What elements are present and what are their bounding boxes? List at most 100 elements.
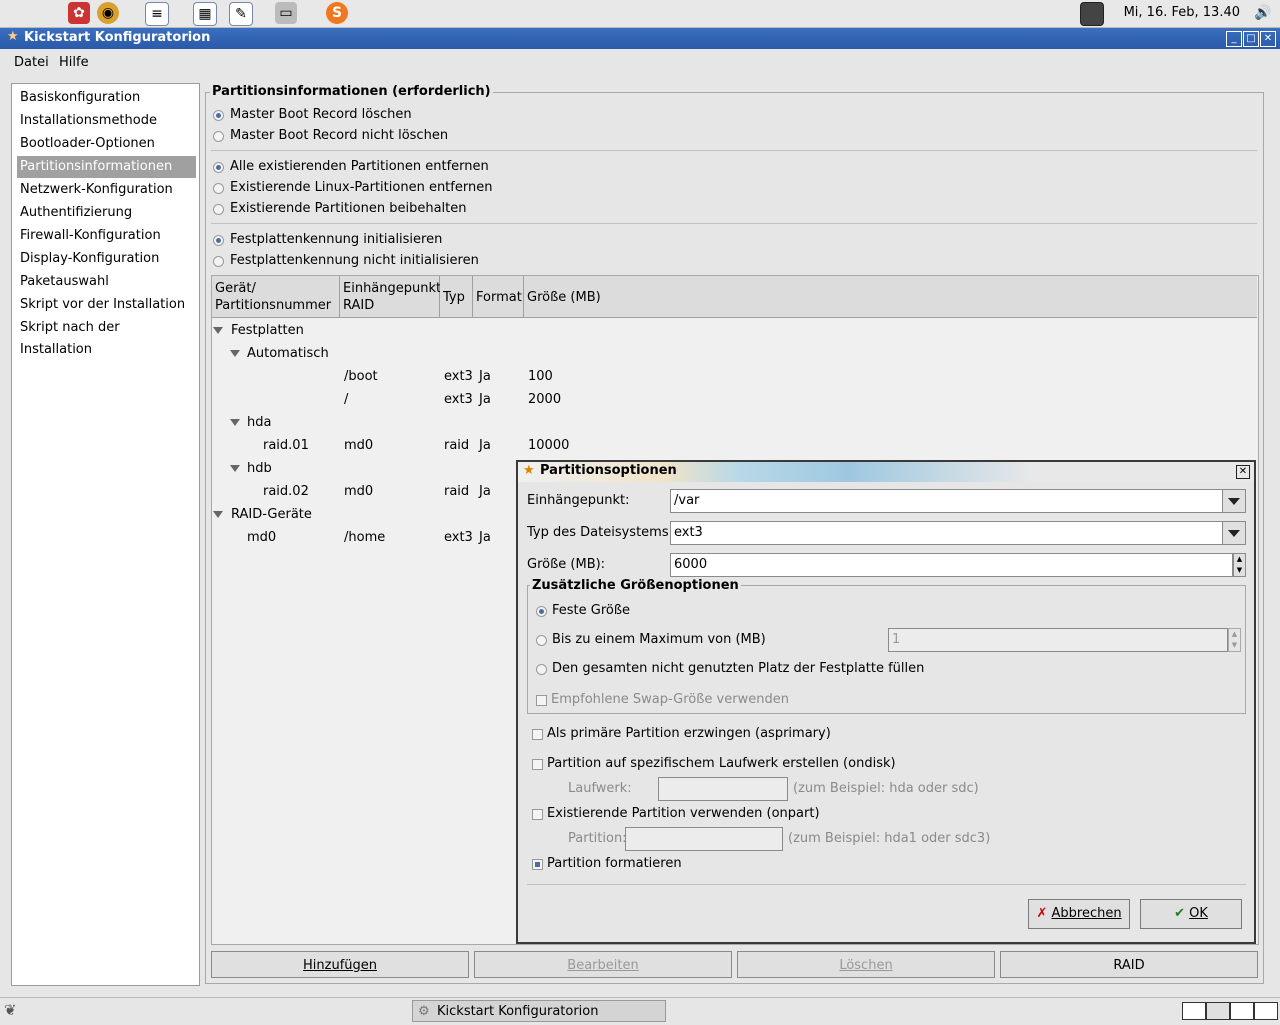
ok-button[interactable]: ✔ OK bbox=[1140, 899, 1242, 929]
edit-button[interactable]: Bearbeiten bbox=[474, 951, 732, 978]
tree-hdb[interactable]: hdb bbox=[247, 461, 272, 476]
label-fill-disk[interactable]: Den gesamten nicht genutzten Platz der F… bbox=[552, 661, 924, 676]
row-boot-size[interactable]: 100 bbox=[528, 369, 553, 384]
workspace-1[interactable] bbox=[1182, 1002, 1206, 1020]
gnome-foot-icon[interactable]: ✿ bbox=[68, 2, 90, 24]
radio-init-label[interactable] bbox=[213, 235, 224, 246]
label-keep-all[interactable]: Existierende Partitionen beibehalten bbox=[230, 201, 467, 216]
row-root-format[interactable]: Ja bbox=[479, 392, 491, 407]
label-max-size[interactable]: Bis zu einem Maximum von (MB) bbox=[552, 632, 766, 647]
col-size[interactable]: Größe (MB) bbox=[524, 276, 1257, 318]
partition-input[interactable] bbox=[625, 827, 783, 851]
col-format[interactable]: Format bbox=[473, 276, 524, 318]
label-noinit-label[interactable]: Festplattenkennung nicht initialisieren bbox=[230, 253, 479, 268]
row-raid01-format[interactable]: Ja bbox=[479, 438, 491, 453]
presentation-icon[interactable]: ✎ bbox=[229, 2, 253, 26]
sidebar-item-network[interactable]: Netzwerk-Konfiguration bbox=[19, 179, 188, 201]
menu-hilfe[interactable]: Hilfe bbox=[59, 55, 89, 70]
row-raid02-device[interactable]: raid.02 bbox=[263, 484, 309, 499]
col-mount[interactable]: Einhängepunkt/ RAID bbox=[340, 276, 446, 318]
workspace-4[interactable] bbox=[1254, 1002, 1278, 1020]
workspace-3[interactable] bbox=[1230, 1002, 1254, 1020]
mount-dropdown-button[interactable] bbox=[1222, 489, 1246, 513]
row-md0-type[interactable]: ext3 bbox=[444, 530, 473, 545]
max-size-spinner[interactable]: ▲ ▼ bbox=[1228, 628, 1241, 652]
sidebar-item-postscript[interactable]: Skript nach der Installation bbox=[19, 317, 188, 357]
row-root-type[interactable]: ext3 bbox=[444, 392, 473, 407]
checkbox-ondisk[interactable] bbox=[532, 759, 543, 770]
radio-mbr-keep[interactable] bbox=[213, 131, 224, 142]
tree-raid-devices[interactable]: RAID-Geräte bbox=[231, 507, 312, 522]
row-raid01-size[interactable]: 10000 bbox=[528, 438, 569, 453]
row-md0-mount[interactable]: /home bbox=[344, 530, 385, 545]
label-format[interactable]: Partition formatieren bbox=[547, 856, 682, 871]
add-button[interactable]: Hinzufügen bbox=[211, 951, 469, 978]
expander-icon[interactable] bbox=[230, 465, 240, 472]
size-spinner[interactable]: ▲ ▼ bbox=[1233, 553, 1246, 577]
col-type[interactable]: Typ bbox=[440, 276, 473, 318]
checkbox-swap[interactable] bbox=[536, 695, 547, 706]
cancel-button[interactable]: ✗ Abbrechen bbox=[1028, 899, 1130, 929]
sidebar-item-prescript[interactable]: Skript vor der Installation bbox=[19, 294, 188, 316]
checkbox-asprimary[interactable] bbox=[532, 729, 543, 740]
delete-button[interactable]: Löschen bbox=[737, 951, 995, 978]
radio-keep-all[interactable] bbox=[213, 204, 224, 215]
sidebar-item-firewall[interactable]: Firewall-Konfiguration bbox=[19, 225, 188, 247]
tree-automatisch[interactable]: Automatisch bbox=[247, 346, 329, 361]
row-root-size[interactable]: 2000 bbox=[528, 392, 561, 407]
label-fixed-size[interactable]: Feste Größe bbox=[552, 603, 630, 618]
row-raid01-type[interactable]: raid bbox=[444, 438, 469, 453]
fstype-dropdown-button[interactable] bbox=[1222, 521, 1246, 545]
raid-button[interactable]: RAID bbox=[1000, 951, 1258, 978]
compass-icon[interactable]: ◉ bbox=[97, 2, 119, 24]
row-boot-type[interactable]: ext3 bbox=[444, 369, 473, 384]
document-icon[interactable]: ≡ bbox=[145, 2, 169, 26]
radio-mbr-clear[interactable] bbox=[213, 110, 224, 121]
workspace-2[interactable] bbox=[1206, 1002, 1230, 1020]
checkbox-format[interactable] bbox=[532, 859, 543, 870]
dialog-titlebar[interactable]: ★ Partitionsoptionen ✕ bbox=[518, 462, 1254, 482]
row-raid02-type[interactable]: raid bbox=[444, 484, 469, 499]
label-init-label[interactable]: Festplattenkennung initialisieren bbox=[230, 232, 442, 247]
radio-remove-linux[interactable] bbox=[213, 183, 224, 194]
col-device[interactable]: Gerät/ Partitionsnummer bbox=[212, 276, 340, 318]
row-raid01-mount[interactable]: md0 bbox=[344, 438, 373, 453]
label-mbr-clear[interactable]: Master Boot Record löschen bbox=[230, 107, 412, 122]
row-raid02-format[interactable]: Ja bbox=[479, 484, 491, 499]
row-raid02-mount[interactable]: md0 bbox=[344, 484, 373, 499]
mount-combo[interactable]: /var bbox=[670, 489, 1224, 513]
sidebar-item-packages[interactable]: Paketauswahl bbox=[19, 271, 188, 293]
row-boot-format[interactable]: Ja bbox=[479, 369, 491, 384]
label-ondisk[interactable]: Partition auf spezifischem Laufwerk erst… bbox=[547, 756, 896, 771]
dialog-close-icon[interactable]: ✕ bbox=[1236, 465, 1250, 479]
gnome-foot-icon[interactable]: ❦ bbox=[4, 1001, 17, 1019]
radio-remove-all[interactable] bbox=[213, 162, 224, 173]
sidebar-item-bootloader[interactable]: Bootloader-Optionen bbox=[19, 133, 188, 155]
max-size-input[interactable]: 1 bbox=[888, 628, 1228, 652]
row-boot-mount[interactable]: /boot bbox=[344, 369, 378, 384]
sidebar-item-display[interactable]: Display-Konfiguration bbox=[19, 248, 188, 270]
row-md0-device[interactable]: md0 bbox=[247, 530, 276, 545]
expander-icon[interactable] bbox=[213, 327, 223, 334]
radio-max-size[interactable] bbox=[536, 635, 547, 646]
radio-fixed-size[interactable] bbox=[536, 606, 547, 617]
printer-icon[interactable]: ▭ bbox=[275, 2, 297, 24]
label-remove-linux[interactable]: Existierende Linux-Partitionen entfernen bbox=[230, 180, 492, 195]
skype-icon[interactable]: S bbox=[326, 2, 348, 24]
size-input[interactable]: 6000 bbox=[670, 553, 1233, 577]
window-titlebar[interactable]: ★ Kickstart Konfiguratorion _ □ ✕ bbox=[0, 28, 1280, 49]
sidebar-item-installation[interactable]: Installationsmethode bbox=[19, 110, 188, 132]
label-mbr-keep[interactable]: Master Boot Record nicht löschen bbox=[230, 128, 448, 143]
minimize-button[interactable]: _ bbox=[1226, 31, 1242, 47]
expander-icon[interactable] bbox=[230, 419, 240, 426]
sidebar-item-partitions[interactable]: Partitionsinformationen bbox=[17, 156, 196, 178]
label-remove-all[interactable]: Alle existierenden Partitionen entfernen bbox=[230, 159, 489, 174]
label-asprimary[interactable]: Als primäre Partition erzwingen (asprima… bbox=[547, 726, 831, 741]
row-raid01-device[interactable]: raid.01 bbox=[263, 438, 309, 453]
tree-hda[interactable]: hda bbox=[247, 415, 271, 430]
menu-datei[interactable]: Datei bbox=[14, 55, 49, 70]
label-swap[interactable]: Empfohlene Swap-Größe verwenden bbox=[551, 692, 789, 707]
drive-input[interactable] bbox=[658, 777, 788, 801]
expander-icon[interactable] bbox=[230, 350, 240, 357]
sidebar-item-auth[interactable]: Authentifizierung bbox=[19, 202, 188, 224]
